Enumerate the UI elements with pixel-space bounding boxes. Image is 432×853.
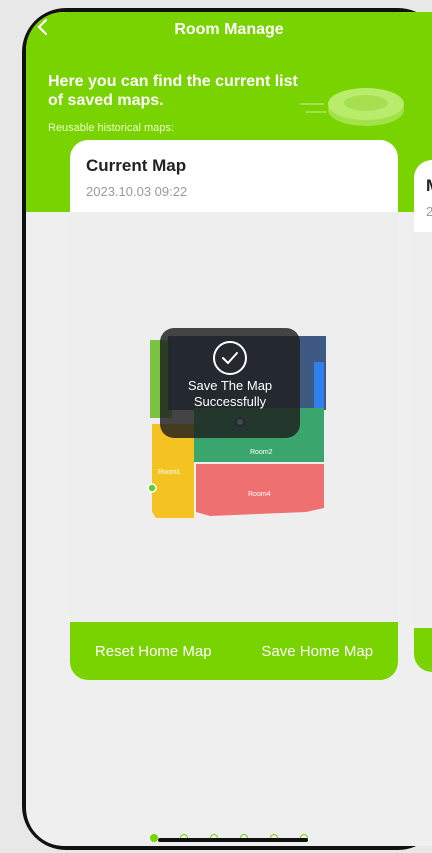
hero-subtitle: Reusable historical maps:: [48, 122, 174, 134]
card-actions: Reset Home Map Save Home Map: [70, 622, 398, 680]
check-circle-icon: [213, 341, 247, 375]
page-title: Room Manage: [174, 21, 284, 38]
card-date: 2023.10.03 09:22: [86, 184, 188, 199]
home-indicator[interactable]: [158, 838, 308, 842]
save-home-map-button[interactable]: Save Home Map: [261, 643, 373, 660]
robot-vacuum-icon: [300, 88, 404, 126]
app-screen: Room Manage Here you can find the curren…: [26, 12, 432, 846]
room4-area: [196, 464, 324, 516]
toast-line-1: Save The Map: [187, 378, 273, 393]
room4-label: Room4: [248, 491, 271, 498]
toast-line-2: Successfully: [193, 394, 267, 409]
card-title: Current Map: [86, 156, 187, 175]
next-card-actions: [414, 628, 432, 672]
next-card-date: 2: [426, 204, 432, 219]
next-map-card[interactable]: M 2: [414, 160, 432, 672]
save-success-toast: Save The Map Successfully: [160, 328, 300, 438]
page-dot-1[interactable]: [150, 834, 158, 842]
dock-marker: [147, 483, 157, 493]
room2-label: Room2: [250, 449, 273, 456]
next-card-title: M: [426, 176, 432, 196]
reset-home-map-button[interactable]: Reset Home Map: [95, 643, 212, 660]
nav-bar: Room Manage: [26, 12, 432, 56]
next-card-map: [414, 232, 432, 628]
room1-label: Room1: [158, 469, 181, 476]
room-blue: [314, 362, 324, 410]
card-header: Current Map 2023.10.03 09:22: [70, 140, 398, 212]
hero-title: Here you can find the current list of sa…: [48, 73, 298, 109]
